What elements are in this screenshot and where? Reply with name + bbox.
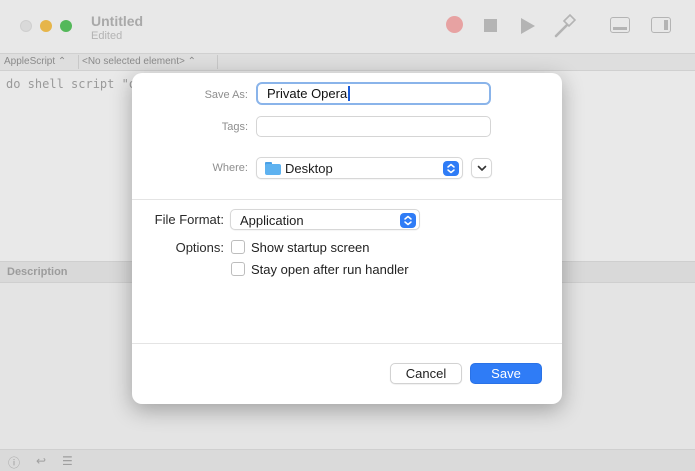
show-startup-screen-label: Show startup screen bbox=[251, 240, 370, 255]
save-as-input[interactable]: Private Opera bbox=[256, 82, 491, 105]
minimize-window-button[interactable] bbox=[40, 20, 52, 32]
compile-hammer-icon[interactable] bbox=[552, 13, 578, 44]
stop-icon[interactable] bbox=[484, 19, 497, 32]
run-icon[interactable] bbox=[521, 18, 535, 34]
chevron-down-icon bbox=[477, 165, 487, 171]
window-subtitle: Edited bbox=[91, 30, 123, 42]
title-bar: Untitled Edited bbox=[0, 0, 695, 53]
file-format-value: Application bbox=[240, 213, 304, 228]
save-button[interactable]: Save bbox=[470, 363, 542, 384]
show-startup-screen-checkbox[interactable] bbox=[231, 240, 245, 254]
folder-icon bbox=[265, 162, 281, 175]
zoom-window-button[interactable] bbox=[60, 20, 72, 32]
expand-dialog-button[interactable] bbox=[471, 158, 492, 178]
show-sidebar-icon[interactable] bbox=[651, 17, 671, 33]
tags-label: Tags: bbox=[221, 121, 248, 133]
list-icon[interactable]: ☰ bbox=[62, 454, 73, 468]
description-label: Description bbox=[7, 266, 68, 278]
options-label: Options: bbox=[175, 240, 224, 255]
separator bbox=[132, 343, 562, 344]
stay-open-checkbox[interactable] bbox=[231, 262, 245, 276]
up-down-chevron-icon bbox=[400, 213, 416, 228]
window-title: Untitled bbox=[91, 13, 144, 29]
where-location-popup[interactable]: Desktop bbox=[256, 157, 463, 179]
close-window-button[interactable] bbox=[20, 20, 32, 32]
show-log-panel-icon[interactable] bbox=[610, 17, 630, 33]
tags-input[interactable] bbox=[256, 116, 491, 137]
code-line: do shell script "o bbox=[6, 77, 137, 91]
save-as-label: Save As: bbox=[204, 89, 248, 101]
navigation-bar: AppleScript ⌃ <No selected element> ⌃ bbox=[0, 53, 695, 71]
file-format-label: File Format: bbox=[154, 212, 224, 227]
save-dialog: Save As: Private Opera Tags: Where: Desk… bbox=[132, 73, 562, 404]
status-bar: ⓘ ↩ ☰ bbox=[0, 449, 695, 471]
cancel-button[interactable]: Cancel bbox=[390, 363, 462, 384]
where-value: Desktop bbox=[285, 161, 333, 176]
info-icon[interactable]: ⓘ bbox=[8, 454, 20, 471]
language-popup[interactable]: AppleScript ⌃ bbox=[4, 56, 66, 67]
where-label: Where: bbox=[212, 162, 248, 174]
up-down-chevron-icon bbox=[443, 161, 459, 176]
element-popup[interactable]: <No selected element> ⌃ bbox=[82, 56, 196, 67]
return-arrow-icon[interactable]: ↩ bbox=[36, 454, 46, 468]
stay-open-label: Stay open after run handler bbox=[251, 262, 409, 277]
record-icon[interactable] bbox=[446, 16, 463, 33]
file-format-popup[interactable]: Application bbox=[230, 209, 420, 230]
separator bbox=[132, 199, 562, 200]
